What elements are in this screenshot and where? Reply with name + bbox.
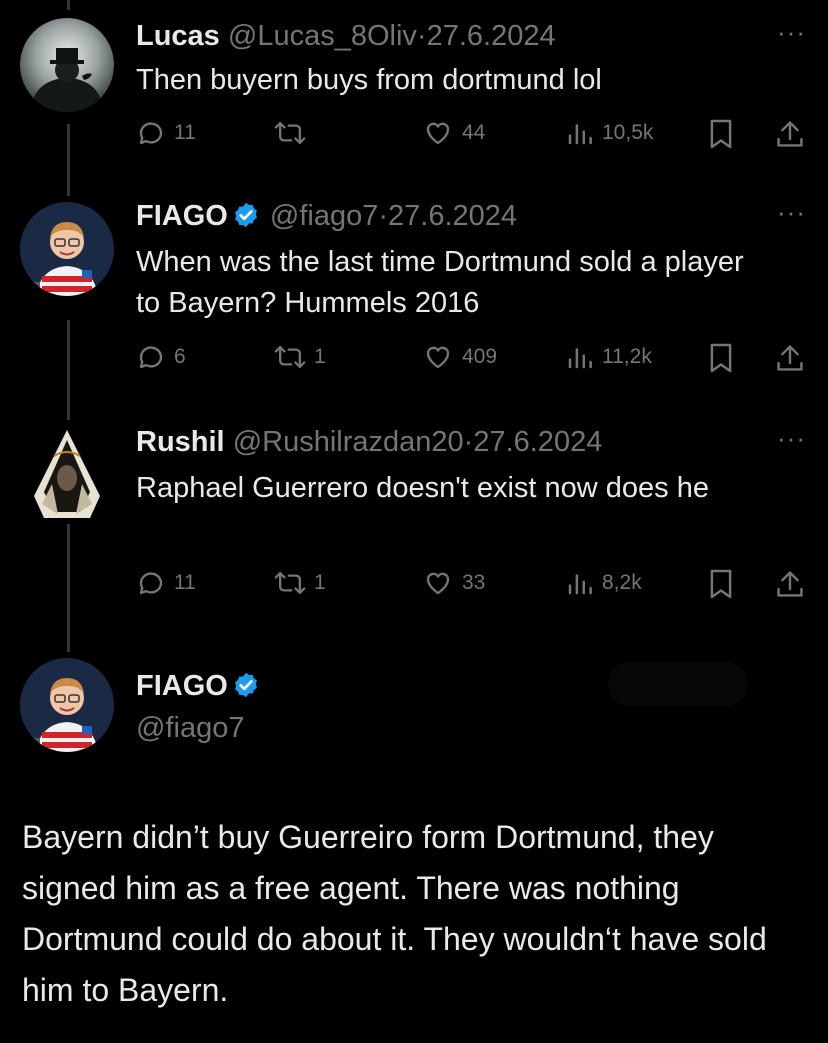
tweet-date[interactable]: 27.6.2024 [388,200,517,232]
reply-icon [139,572,163,595]
share-button[interactable] [776,118,804,150]
like-icon [426,346,450,369]
reply-count: 6 [174,345,186,368]
display-name[interactable]: Rushil [136,426,225,458]
more-icon[interactable]: ··· [777,199,806,225]
share-icon [777,571,803,597]
display-name[interactable]: FIAGO [136,200,228,232]
separator-dot: · [416,20,427,52]
like-count: 33 [462,571,486,594]
verified-icon [234,202,257,228]
separator-dot: · [463,426,474,458]
action-bar: 6 1 409 11,2k [136,342,816,378]
share-icon [777,121,803,147]
avatar[interactable] [20,426,114,520]
bookmark-icon [710,569,732,599]
like-count: 409 [462,345,498,368]
bookmark-button[interactable] [708,568,734,600]
tweet-header: FIAGO [136,668,262,704]
reply-icon [139,122,163,145]
thread-line [67,320,70,420]
tweet-header: Rushil @Rushilrazdan20·27.6.2024 [136,424,602,460]
share-button[interactable] [776,342,804,374]
views-button[interactable]: 10,5k [566,118,653,148]
thread-line [67,524,70,652]
views-count: 8,2k [602,571,642,594]
main-tweet-text: Bayern didn’t buy Guerreiro form Dortmun… [22,819,767,1008]
display-name[interactable]: FIAGO [136,670,228,702]
views-button[interactable]: 11,2k [566,342,652,372]
display-name[interactable]: Lucas [136,20,220,52]
action-bar: 11 44 10,5k [136,118,816,154]
thread-line [67,0,70,10]
like-icon [426,572,450,595]
avatar[interactable] [20,18,114,112]
repost-icon [274,345,306,369]
tweet-text: When was the last time Dortmund sold a p… [136,246,744,319]
views-count: 10,5k [602,121,654,144]
bookmark-icon [710,343,732,373]
repost-icon [274,121,306,145]
like-button[interactable]: 409 [422,342,497,372]
reply-button[interactable]: 6 [136,342,186,372]
user-handle[interactable]: @fiago7 [270,200,378,232]
repost-count: 1 [314,345,326,368]
tweet-text: Raphael Guerrero doesn't exist now does … [136,472,709,504]
more-icon[interactable]: ··· [777,425,806,451]
bookmark-button[interactable] [708,118,734,150]
share-icon [777,345,803,371]
bookmark-icon [710,119,732,149]
views-count: 11,2k [602,345,652,368]
reply-icon [139,346,163,369]
like-icon [426,122,450,145]
reply-count: 11 [174,121,196,144]
tweet-date[interactable]: 27.6.2024 [473,426,602,458]
repost-button[interactable]: 1 [274,342,326,372]
tweet-date[interactable]: 27.6.2024 [427,20,556,52]
views-icon [568,124,592,145]
tweet-text: Then buyern buys from dortmund lol [136,64,602,96]
verified-icon [234,672,257,698]
separator-dot: · [378,200,389,232]
share-button[interactable] [776,568,804,600]
user-handle[interactable]: @Rushilrazdan20 [233,426,464,458]
tweet-header: FIAGO @fiago7·27.6.2024 [136,198,517,234]
bookmark-button[interactable] [708,342,734,374]
repost-icon [274,571,306,595]
user-handle[interactable]: @fiago7 [136,710,244,746]
views-icon [568,574,592,595]
like-button[interactable]: 44 [422,118,485,148]
action-bar: 11 1 33 8,2k [136,568,816,604]
repost-button[interactable]: 1 [274,568,326,598]
more-icon[interactable]: ··· [777,19,806,45]
repost-count: 1 [314,571,326,594]
follow-button[interactable] [608,662,748,706]
reply-count: 11 [174,571,196,594]
views-icon [568,348,592,369]
repost-button[interactable] [274,118,314,148]
reply-button[interactable]: 11 [136,568,196,598]
avatar[interactable] [20,202,114,296]
reply-button[interactable]: 11 [136,118,196,148]
like-button[interactable]: 33 [422,568,485,598]
like-count: 44 [462,121,486,144]
thread-line [67,124,70,196]
user-handle[interactable]: @Lucas_8Oliv [228,20,417,52]
views-button[interactable]: 8,2k [566,568,642,598]
tweet-header: Lucas @Lucas_8Oliv·27.6.2024 [136,18,556,54]
avatar[interactable] [20,658,114,752]
